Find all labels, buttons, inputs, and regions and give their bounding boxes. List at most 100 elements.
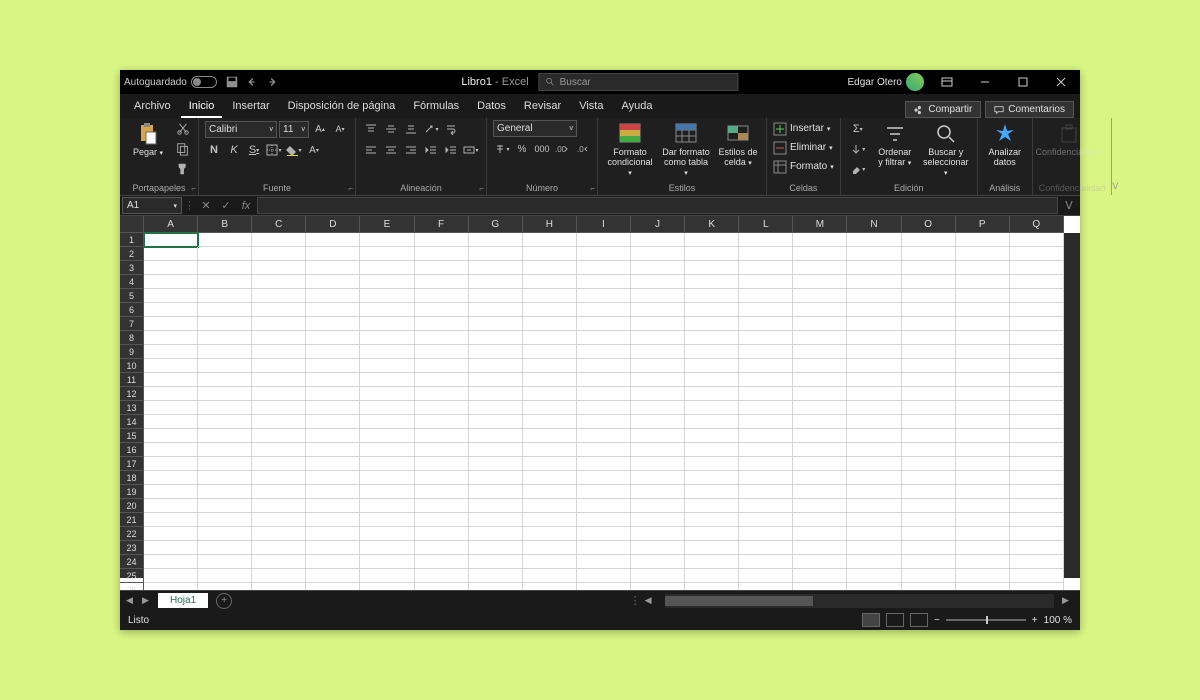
cell[interactable] xyxy=(631,415,685,429)
cell[interactable] xyxy=(1010,401,1064,415)
cell[interactable] xyxy=(198,289,252,303)
cell[interactable] xyxy=(793,541,847,555)
decrease-font-icon[interactable]: A▾ xyxy=(331,120,349,138)
cell[interactable] xyxy=(306,583,360,590)
cell[interactable] xyxy=(469,261,523,275)
cell[interactable] xyxy=(469,289,523,303)
cell[interactable] xyxy=(739,513,793,527)
cell[interactable] xyxy=(793,317,847,331)
cell[interactable] xyxy=(1010,303,1064,317)
fill-color-icon[interactable]: ▾ xyxy=(285,141,303,159)
cell[interactable] xyxy=(793,261,847,275)
cell[interactable] xyxy=(469,359,523,373)
cell[interactable] xyxy=(360,233,414,247)
cell[interactable] xyxy=(523,261,577,275)
cell[interactable] xyxy=(685,499,739,513)
cell[interactable] xyxy=(144,275,198,289)
cell[interactable] xyxy=(902,289,956,303)
align-left-icon[interactable] xyxy=(362,141,380,159)
cell[interactable] xyxy=(956,541,1010,555)
cell[interactable] xyxy=(523,275,577,289)
cell[interactable] xyxy=(360,275,414,289)
cancel-icon[interactable]: ✕ xyxy=(197,197,215,214)
cell[interactable] xyxy=(739,345,793,359)
cell[interactable] xyxy=(902,457,956,471)
cell[interactable] xyxy=(739,527,793,541)
cell[interactable] xyxy=(956,583,1010,590)
cell[interactable] xyxy=(415,527,469,541)
cell[interactable] xyxy=(306,499,360,513)
cell[interactable] xyxy=(523,527,577,541)
cell[interactable] xyxy=(902,485,956,499)
cell[interactable] xyxy=(577,485,631,499)
cell[interactable] xyxy=(469,541,523,555)
launcher-icon[interactable]: ⌐ xyxy=(479,184,484,193)
cell[interactable] xyxy=(631,457,685,471)
borders-icon[interactable]: ▾ xyxy=(265,141,283,159)
cell[interactable] xyxy=(415,457,469,471)
wrap-text-icon[interactable] xyxy=(442,120,460,138)
cell[interactable] xyxy=(956,555,1010,569)
user-account[interactable]: Edgar Otero xyxy=(848,73,924,91)
cell[interactable] xyxy=(847,289,901,303)
cell[interactable] xyxy=(902,513,956,527)
cell[interactable] xyxy=(793,555,847,569)
cell[interactable] xyxy=(198,303,252,317)
enter-icon[interactable]: ✓ xyxy=(217,197,235,214)
cell[interactable] xyxy=(252,317,306,331)
cell[interactable] xyxy=(415,233,469,247)
row-header[interactable]: 3 xyxy=(120,261,144,275)
cell[interactable] xyxy=(415,471,469,485)
cell[interactable] xyxy=(847,359,901,373)
cell[interactable] xyxy=(469,569,523,583)
column-header[interactable]: J xyxy=(631,216,685,233)
cell[interactable] xyxy=(523,457,577,471)
prev-sheet-icon[interactable]: ◀ xyxy=(126,595,138,606)
cell[interactable] xyxy=(739,317,793,331)
cell[interactable] xyxy=(739,275,793,289)
cell[interactable] xyxy=(252,303,306,317)
page-layout-view-icon[interactable] xyxy=(886,613,904,627)
cell[interactable] xyxy=(577,331,631,345)
cell[interactable] xyxy=(739,359,793,373)
cell[interactable] xyxy=(685,359,739,373)
cell[interactable] xyxy=(415,331,469,345)
cell[interactable] xyxy=(469,275,523,289)
cell[interactable] xyxy=(631,233,685,247)
cell[interactable] xyxy=(847,555,901,569)
cell[interactable] xyxy=(847,569,901,583)
cell[interactable] xyxy=(847,485,901,499)
cell[interactable] xyxy=(523,513,577,527)
cell[interactable] xyxy=(469,443,523,457)
cell[interactable] xyxy=(252,513,306,527)
find-select-button[interactable]: Buscar y seleccionar ▾ xyxy=(921,120,971,180)
cell[interactable] xyxy=(956,401,1010,415)
align-right-icon[interactable] xyxy=(402,141,420,159)
cell[interactable] xyxy=(793,471,847,485)
cell[interactable] xyxy=(252,387,306,401)
cell[interactable] xyxy=(631,471,685,485)
column-header[interactable]: K xyxy=(685,216,739,233)
cell[interactable] xyxy=(198,569,252,583)
cell[interactable] xyxy=(1010,359,1064,373)
row-header[interactable]: 9 xyxy=(120,345,144,359)
cell[interactable] xyxy=(956,275,1010,289)
cell[interactable] xyxy=(523,233,577,247)
cell[interactable] xyxy=(902,373,956,387)
cell[interactable] xyxy=(523,541,577,555)
cell[interactable] xyxy=(1010,275,1064,289)
cell[interactable] xyxy=(360,569,414,583)
cell[interactable] xyxy=(1010,457,1064,471)
cell[interactable] xyxy=(469,247,523,261)
cell[interactable] xyxy=(469,303,523,317)
cell[interactable] xyxy=(577,261,631,275)
cell[interactable] xyxy=(577,457,631,471)
cell[interactable] xyxy=(252,415,306,429)
cell[interactable] xyxy=(144,247,198,261)
cell[interactable] xyxy=(360,359,414,373)
cell[interactable] xyxy=(739,485,793,499)
cell[interactable] xyxy=(956,303,1010,317)
delete-cells-button[interactable]: Eliminar▾ xyxy=(773,139,834,156)
save-icon[interactable] xyxy=(225,75,239,89)
cell[interactable] xyxy=(685,387,739,401)
